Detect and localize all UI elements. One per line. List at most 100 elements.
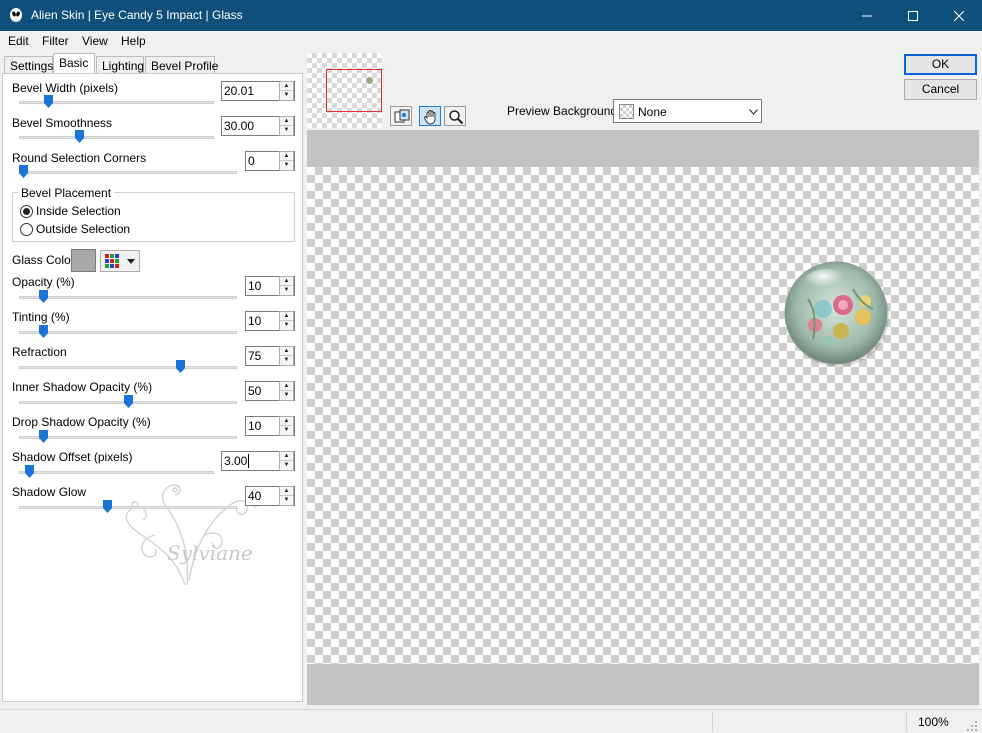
inner-shadow-opacity-slider-thumb[interactable] <box>124 395 133 408</box>
drop-shadow-opacity-spin-buttons[interactable]: ▲ ▼ <box>279 416 294 436</box>
glass-color-swatch[interactable] <box>71 249 96 272</box>
inner-shadow-opacity-spin-buttons[interactable]: ▲ ▼ <box>279 381 294 401</box>
tab-lighting[interactable]: Lighting <box>96 56 144 74</box>
tinting-value[interactable]: 10 <box>248 314 261 328</box>
opacity-spinner[interactable]: 10 ▲ ▼ <box>245 276 295 296</box>
close-icon <box>954 10 964 21</box>
shadow-glow-slider-track[interactable] <box>19 506 237 509</box>
spin-down-icon[interactable]: ▼ <box>280 461 293 470</box>
refraction-value[interactable]: 75 <box>248 349 261 363</box>
opacity-spin-buttons[interactable]: ▲ ▼ <box>279 276 294 296</box>
spin-up-icon[interactable]: ▲ <box>280 417 293 426</box>
outside-selection-radio[interactable] <box>20 223 33 236</box>
drop-shadow-opacity-spinner[interactable]: 10 ▲ ▼ <box>245 416 295 436</box>
tinting-label: Tinting (%) <box>12 310 70 324</box>
refraction-slider-track[interactable] <box>19 366 237 369</box>
round-corners-spinner[interactable]: 0 ▲ ▼ <box>245 151 295 171</box>
navigator-view-frame[interactable] <box>326 69 382 112</box>
menu-view[interactable]: View <box>82 34 108 48</box>
zoom-to-fit-button[interactable] <box>390 106 412 126</box>
round-corners-slider-thumb[interactable] <box>19 165 28 178</box>
menu-filter[interactable]: Filter <box>42 34 69 48</box>
tab-basic[interactable]: Basic <box>53 53 95 74</box>
bevel-width-value[interactable]: 20.01 <box>224 84 254 98</box>
opacity-value[interactable]: 10 <box>248 279 261 293</box>
spin-up-icon[interactable]: ▲ <box>280 312 293 321</box>
menu-help[interactable]: Help <box>121 34 146 48</box>
ok-button[interactable]: OK <box>904 54 977 75</box>
shadow-glow-value[interactable]: 40 <box>248 489 261 503</box>
spin-up-icon[interactable]: ▲ <box>280 487 293 496</box>
status-divider <box>712 712 713 731</box>
tab-bevel-profile[interactable]: Bevel Profile <box>145 56 218 74</box>
shadow-offset-slider-track[interactable] <box>19 471 214 474</box>
bevel-smoothness-slider-track[interactable] <box>19 136 214 139</box>
spin-down-icon[interactable]: ▼ <box>280 286 293 295</box>
spin-down-icon[interactable]: ▼ <box>280 126 293 135</box>
bevel-width-spin-buttons[interactable]: ▲ ▼ <box>279 81 294 101</box>
menu-edit[interactable]: Edit <box>8 34 29 48</box>
spin-down-icon[interactable]: ▼ <box>280 321 293 330</box>
maximize-button[interactable] <box>890 0 936 31</box>
spin-up-icon[interactable]: ▲ <box>280 277 293 286</box>
refraction-spin-buttons[interactable]: ▲ ▼ <box>279 346 294 366</box>
opacity-slider-track[interactable] <box>19 296 237 299</box>
preview-background-select[interactable]: None <box>613 99 762 123</box>
tinting-spinner[interactable]: 10 ▲ ▼ <box>245 311 295 331</box>
spin-up-icon[interactable]: ▲ <box>280 82 293 91</box>
status-bar <box>0 709 982 733</box>
spin-up-icon[interactable]: ▲ <box>280 152 293 161</box>
drop-shadow-opacity-slider-thumb[interactable] <box>39 430 48 443</box>
refraction-slider-thumb[interactable] <box>176 360 185 373</box>
cancel-button[interactable]: Cancel <box>904 79 977 100</box>
drop-shadow-opacity-value[interactable]: 10 <box>248 419 261 433</box>
bevel-smoothness-spinner[interactable]: 30.00 ▲ ▼ <box>221 116 295 136</box>
minimize-button[interactable] <box>844 0 890 31</box>
watermark-text: Sylviane <box>167 541 253 565</box>
zoom-tool-button[interactable] <box>444 106 466 126</box>
close-button[interactable] <box>936 0 982 31</box>
bevel-smoothness-slider-thumb[interactable] <box>75 130 84 143</box>
drop-shadow-opacity-label: Drop Shadow Opacity (%) <box>12 415 151 429</box>
shadow-offset-value[interactable]: 3.00 <box>224 454 247 468</box>
spin-down-icon[interactable]: ▼ <box>280 496 293 505</box>
spin-down-icon[interactable]: ▼ <box>280 91 293 100</box>
inner-shadow-opacity-value[interactable]: 50 <box>248 384 261 398</box>
resize-grip-icon[interactable] <box>966 720 978 732</box>
shadow-offset-slider-thumb[interactable] <box>25 465 34 478</box>
spin-up-icon[interactable]: ▲ <box>280 117 293 126</box>
bevel-smoothness-spin-buttons[interactable]: ▲ ▼ <box>279 116 294 136</box>
round-corners-spin-buttons[interactable]: ▲ ▼ <box>279 151 294 171</box>
color-palette-button[interactable] <box>100 250 140 272</box>
round-corners-slider-track[interactable] <box>19 171 237 174</box>
shadow-glow-slider-thumb[interactable] <box>103 500 112 513</box>
preview-canvas[interactable] <box>307 167 979 664</box>
spin-up-icon[interactable]: ▲ <box>280 347 293 356</box>
pan-tool-button[interactable] <box>419 106 441 126</box>
drop-shadow-opacity-slider-track[interactable] <box>19 436 237 439</box>
inside-selection-radio[interactable] <box>20 205 33 218</box>
shadow-offset-spin-buttons[interactable]: ▲ ▼ <box>279 451 294 471</box>
inside-selection-label[interactable]: Inside Selection <box>36 204 121 218</box>
inner-shadow-opacity-spinner[interactable]: 50 ▲ ▼ <box>245 381 295 401</box>
tab-settings[interactable]: Settings <box>4 56 53 74</box>
outside-selection-label[interactable]: Outside Selection <box>36 222 130 236</box>
bevel-width-spinner[interactable]: 20.01 ▲ ▼ <box>221 81 295 101</box>
tinting-spin-buttons[interactable]: ▲ ▼ <box>279 311 294 331</box>
round-corners-value[interactable]: 0 <box>248 154 255 168</box>
bevel-smoothness-value[interactable]: 30.00 <box>224 119 254 133</box>
tinting-slider-thumb[interactable] <box>39 325 48 338</box>
shadow-glow-spinner[interactable]: 40 ▲ ▼ <box>245 486 295 506</box>
tinting-slider-track[interactable] <box>19 331 237 334</box>
opacity-slider-thumb[interactable] <box>39 290 48 303</box>
spin-down-icon[interactable]: ▼ <box>280 356 293 365</box>
shadow-offset-spinner[interactable]: 3.00 ▲ ▼ <box>221 451 295 471</box>
spin-down-icon[interactable]: ▼ <box>280 391 293 400</box>
refraction-spinner[interactable]: 75 ▲ ▼ <box>245 346 295 366</box>
spin-up-icon[interactable]: ▲ <box>280 382 293 391</box>
spin-up-icon[interactable]: ▲ <box>280 452 293 461</box>
bevel-width-slider-thumb[interactable] <box>44 95 53 108</box>
spin-down-icon[interactable]: ▼ <box>280 161 293 170</box>
spin-down-icon[interactable]: ▼ <box>280 426 293 435</box>
shadow-glow-spin-buttons[interactable]: ▲ ▼ <box>279 486 294 506</box>
